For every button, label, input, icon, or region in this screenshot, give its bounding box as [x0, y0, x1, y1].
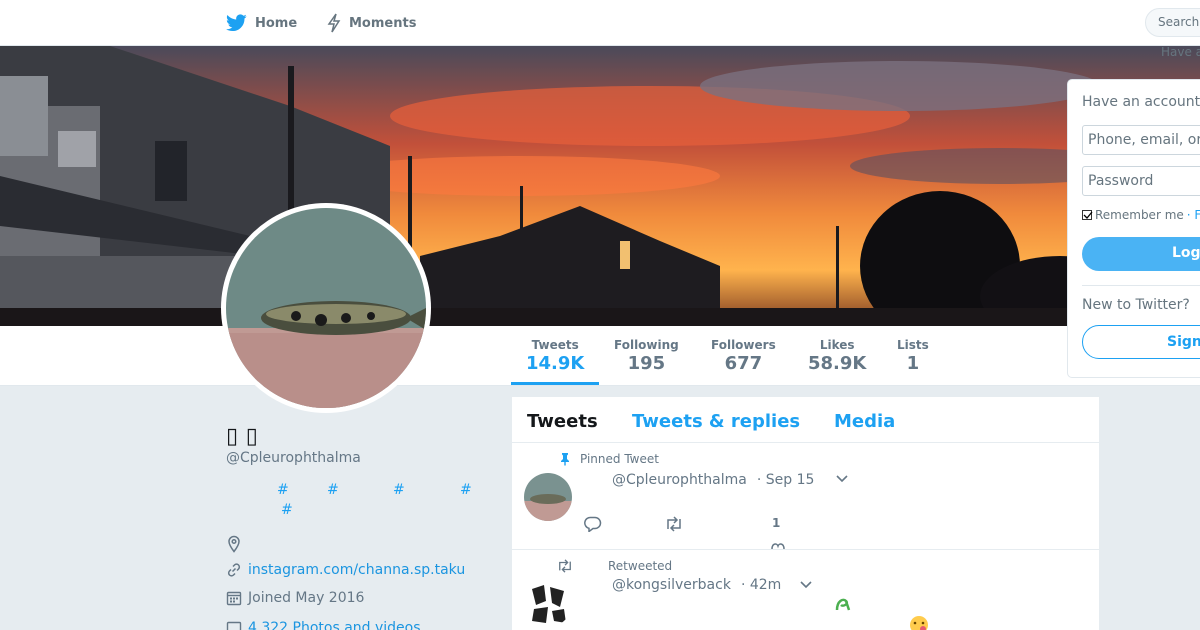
chevron-down-icon[interactable] — [835, 474, 849, 484]
stat-tweets[interactable]: Tweets 14.9K — [510, 338, 600, 385]
new-to-twitter-title: New to Twitter? — [1082, 297, 1190, 313]
photo-icon — [226, 621, 242, 630]
tweet-actions: 1 — [584, 516, 814, 536]
nav-home[interactable]: Home — [226, 0, 297, 46]
tweet-time[interactable]: · 42m — [741, 577, 781, 593]
emoji-face-icon — [910, 616, 928, 630]
timeline: Tweets Tweets & replies Media Pinned Twe… — [512, 397, 1099, 630]
stat-value: 58.9K — [808, 353, 867, 374]
website-link[interactable]: instagram.com/channa.sp.taku — [248, 562, 465, 578]
profile-banner — [0, 46, 1200, 326]
divider — [1082, 285, 1200, 286]
reply-icon — [584, 516, 602, 532]
top-navigation-bar: Home Moments Search — [0, 0, 1200, 46]
nav-home-label: Home — [255, 15, 298, 31]
bio-hashtag[interactable]: # — [277, 482, 289, 498]
stat-likes[interactable]: Likes 58.9K — [808, 338, 866, 374]
tab-media[interactable]: Media — [834, 411, 895, 432]
tweet[interactable]: Retweeted @kongsilverback · 42m — [512, 551, 1099, 630]
stat-lists[interactable]: Lists 1 — [897, 338, 929, 374]
location-pin-icon — [228, 535, 240, 553]
tab-tweets[interactable]: Tweets — [527, 411, 598, 432]
username-field[interactable]: Phone, email, or username — [1082, 125, 1200, 155]
tab-tweets-and-replies[interactable]: Tweets & replies — [632, 411, 800, 432]
twitter-bird-icon — [226, 14, 247, 32]
forgot-password-link[interactable]: · F — [1187, 208, 1200, 222]
profile-avatar[interactable] — [221, 203, 431, 413]
tweet-context: Retweeted — [556, 559, 672, 573]
stat-value: 14.9K — [526, 353, 585, 374]
pinned-label: Pinned Tweet — [580, 452, 659, 466]
remember-me: Remember me · F — [1082, 208, 1200, 222]
tweet-handle[interactable]: @kongsilverback — [612, 577, 731, 593]
tweet-time[interactable]: · Sep 15 — [757, 472, 815, 488]
profile-photos-videos: 4,322 Photos and videos — [226, 620, 421, 630]
retweet-icon — [667, 516, 681, 532]
login-title: Have an account? — [1082, 94, 1200, 110]
tweet-avatar[interactable] — [524, 473, 572, 521]
retweet-button[interactable] — [664, 516, 684, 532]
stat-label: Likes — [819, 338, 855, 352]
login-button[interactable]: Log — [1082, 237, 1200, 271]
profile-location — [226, 535, 248, 553]
stat-value: 195 — [627, 353, 666, 374]
link-icon — [227, 563, 241, 577]
login-card: Have an account? Phone, email, or userna… — [1067, 79, 1200, 378]
remember-me-checkbox[interactable] — [1082, 210, 1093, 220]
retweet-icon — [559, 559, 571, 573]
signup-button[interactable]: Sign — [1082, 325, 1200, 359]
bio-hashtag[interactable]: # — [281, 502, 293, 518]
reply-button[interactable] — [584, 516, 602, 532]
tweet-avatar[interactable] — [524, 579, 572, 627]
profile-website: instagram.com/channa.sp.taku — [226, 562, 465, 578]
emoji-icon — [835, 598, 851, 611]
tweet-context: Pinned Tweet — [558, 452, 659, 466]
tweet-header: @Cpleurophthalma · Sep 15 — [612, 472, 814, 488]
bio-hashtag[interactable]: # — [460, 482, 472, 498]
stat-following[interactable]: Following 195 — [614, 338, 679, 374]
tweet[interactable]: Pinned Tweet @Cpleurophthalma · Sep 15 1 — [512, 444, 1099, 550]
nav-moments-label: Moments — [349, 15, 417, 31]
pin-icon — [561, 453, 569, 466]
heart-icon — [771, 543, 785, 549]
have-account-link[interactable]: Have a — [1161, 45, 1200, 59]
stat-label: Followers — [711, 338, 776, 352]
lightning-icon — [327, 13, 341, 33]
like-count: 1 — [772, 516, 781, 530]
remember-me-label: Remember me — [1095, 208, 1184, 222]
photos-videos-link[interactable]: 4,322 Photos and videos — [248, 620, 421, 630]
stat-value: 1 — [906, 353, 920, 374]
stat-label: Following — [614, 338, 679, 352]
joined-text: Joined May 2016 — [248, 590, 365, 606]
stat-label: Lists — [897, 338, 929, 352]
profile-name: ▯ ▯ — [226, 424, 258, 449]
password-field[interactable]: Password — [1082, 166, 1200, 196]
bio-hashtag[interactable]: # — [393, 482, 405, 498]
retweeted-label: Retweeted — [608, 559, 673, 573]
like-button[interactable]: 1 — [772, 516, 780, 530]
tweet-handle[interactable]: @Cpleurophthalma — [612, 472, 747, 488]
chevron-down-icon[interactable] — [799, 580, 813, 590]
nav-moments[interactable]: Moments — [327, 0, 416, 46]
stat-followers[interactable]: Followers 677 — [711, 338, 776, 374]
profile-joined: Joined May 2016 — [226, 590, 364, 606]
profile-handle[interactable]: @Cpleurophthalma — [226, 450, 361, 466]
calendar-icon — [226, 591, 242, 606]
bio-hashtag[interactable]: # — [327, 482, 339, 498]
tweet-header: @kongsilverback · 42m — [612, 577, 781, 593]
profile-stats-bar: Tweets 14.9K Following 195 Followers 677… — [0, 326, 1200, 386]
stat-value: 677 — [724, 353, 763, 374]
timeline-tabs: Tweets Tweets & replies Media — [512, 397, 1099, 443]
search-input[interactable]: Search — [1145, 8, 1200, 37]
stat-label: Tweets — [531, 338, 579, 352]
